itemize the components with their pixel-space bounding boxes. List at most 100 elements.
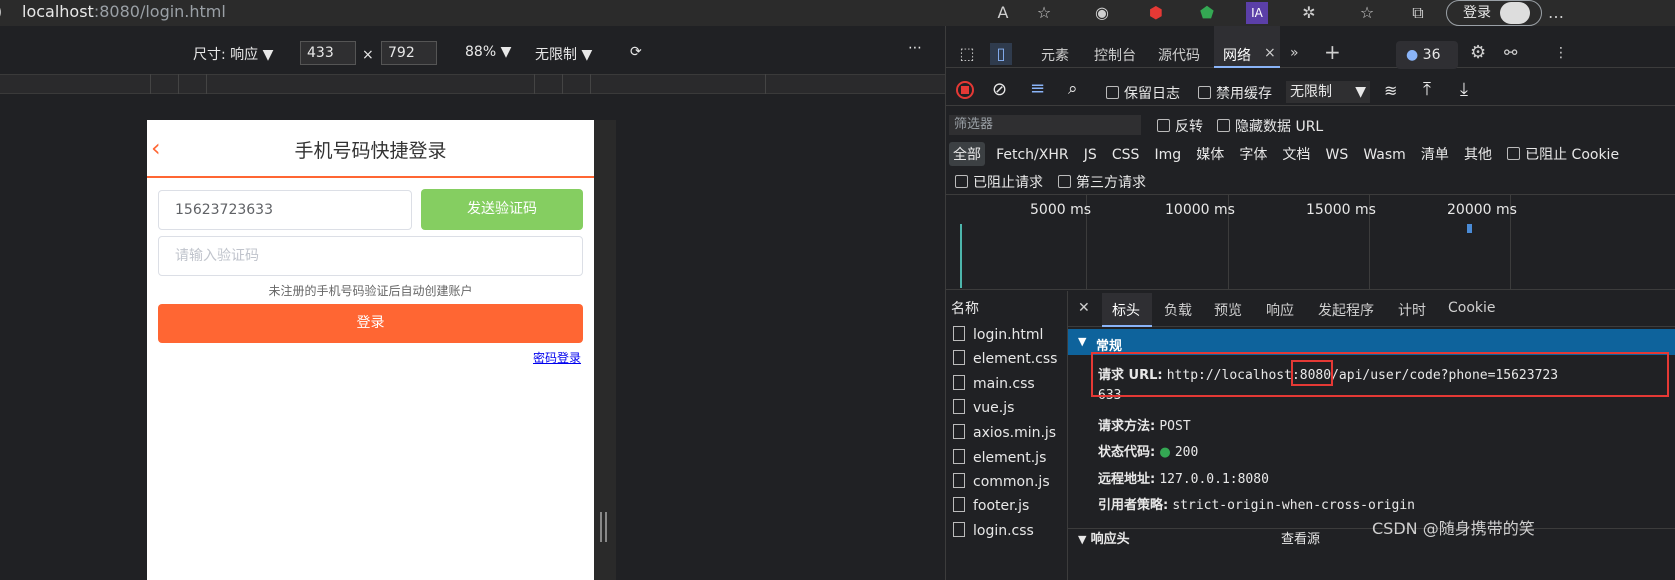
type-ws[interactable]: WS [1322,145,1353,165]
request-row[interactable]: axios.min.js [953,424,1056,441]
ublock-icon[interactable]: ⬢ [1145,2,1167,24]
preserve-log-checkbox[interactable]: 保留日志 [1106,83,1180,103]
request-name: common.js [973,474,1050,490]
more-options-icon[interactable]: ⋯ [908,40,922,56]
request-name: footer.js [973,498,1030,514]
tab-console[interactable]: 控制台 [1094,45,1136,65]
invert-checkbox[interactable]: 反转 [1157,116,1203,136]
favorites-icon[interactable]: ☆ [1356,2,1378,24]
tab-sources[interactable]: 源代码 [1158,45,1200,65]
import-har-icon[interactable]: ⤒ [1423,79,1431,100]
type-manifest[interactable]: 清单 [1417,142,1453,166]
type-doc[interactable]: 文档 [1278,142,1314,166]
tab-network[interactable]: 网络 [1223,45,1251,65]
type-other[interactable]: 其他 [1460,142,1496,166]
request-row[interactable]: login.html [953,326,1043,343]
checkbox[interactable] [1507,147,1521,160]
tab-elements[interactable]: 元素 [1041,45,1069,65]
request-row[interactable]: common.js [953,473,1050,490]
customize-icon[interactable]: ⚯ [1504,43,1517,62]
settings-gear-icon[interactable]: ⚙ [1470,42,1486,63]
tab-payload[interactable]: 负载 [1164,300,1192,320]
favorite-add-icon[interactable]: ☆ [1033,2,1055,24]
preserve-log-label: 保留日志 [1124,86,1180,102]
blocked-requests-checkbox[interactable]: 已阻止请求 [955,172,1043,192]
tab-initiator[interactable]: 发起程序 [1318,300,1374,320]
resize-handle[interactable] [600,512,607,542]
request-row[interactable]: login.css [953,522,1034,539]
third-party-checkbox[interactable]: 第三方请求 [1058,172,1146,192]
type-wasm[interactable]: Wasm [1359,145,1409,165]
read-aloud-icon[interactable]: A [992,2,1014,24]
zoom-select[interactable]: 88% ▼ [465,44,511,60]
close-tab-icon[interactable]: × [1264,45,1276,61]
extension-glasses-icon[interactable]: ◉ [1091,2,1113,24]
request-row[interactable]: footer.js [953,497,1029,514]
extensions-icon[interactable]: ✲ [1298,2,1320,24]
type-fetch-xhr[interactable]: Fetch/XHR [992,145,1073,165]
throttle-select[interactable]: 无限制 ▼ [535,44,592,64]
request-row[interactable]: vue.js [953,399,1014,416]
name-column-header[interactable]: 名称 [951,298,979,318]
network-conditions-icon[interactable]: ≋ [1384,81,1397,100]
search-icon[interactable]: ⌕ [1068,79,1078,99]
checkbox[interactable] [1157,119,1170,132]
type-img[interactable]: Img [1150,145,1185,165]
devtools-more-icon[interactable]: ⋮ [1554,45,1568,61]
type-js[interactable]: JS [1080,145,1101,165]
address-bar[interactable]: localhost:8080/login.html [22,1,226,23]
clear-icon[interactable]: ⊘ [992,79,1007,100]
tab-timing[interactable]: 计时 [1398,300,1426,320]
type-all[interactable]: 全部 [949,142,985,166]
network-throttle-select[interactable]: 无限制 ▼ [1286,81,1370,103]
media-query-ruler[interactable] [0,74,945,94]
checkbox[interactable] [1106,86,1119,99]
close-detail-icon[interactable]: ✕ [1078,300,1090,316]
width-input[interactable]: 433 [300,41,356,65]
rotate-icon[interactable]: ⟳ [630,44,642,60]
hide-data-urls-checkbox[interactable]: 隐藏数据 URL [1217,116,1323,136]
dimensions-select[interactable]: 尺寸: 响应 ▼ [193,44,273,64]
request-row[interactable]: main.css [953,375,1035,392]
checkbox[interactable] [1058,175,1071,188]
request-row[interactable]: element.css [953,350,1057,367]
tab-headers[interactable]: 标头 [1112,300,1140,320]
view-source-link[interactable]: 查看源 [1281,528,1320,547]
remote-value: 127.0.0.1:8080 [1159,472,1269,487]
login-button[interactable]: 登录 [158,304,583,343]
type-font[interactable]: 字体 [1235,142,1271,166]
tab-cookies[interactable]: Cookie [1448,300,1496,316]
height-input[interactable]: 792 [381,41,437,65]
record-stop-icon[interactable] [956,81,974,99]
phone-input[interactable]: 15623723633 [158,190,412,230]
avatar[interactable] [1500,2,1530,24]
shield-icon[interactable]: ⬟ [1196,2,1218,24]
password-login-link[interactable]: 密码登录 [533,349,581,366]
request-row[interactable]: element.js [953,449,1046,466]
device-toolbar-toggle-icon[interactable]: ▯ [990,43,1012,65]
inspect-element-icon[interactable]: ⬚ [956,43,978,65]
checkbox[interactable] [1198,86,1211,99]
filter-icon[interactable]: ≡ [1030,78,1045,99]
filter-input[interactable]: 筛选器 [949,115,1141,135]
info-icon[interactable]: ) [0,2,2,21]
tab-preview[interactable]: 预览 [1214,300,1242,320]
device-viewport: ‹ 手机号码快捷登录 15623723633 发送验证码 请输入验证码 未注册的… [147,120,594,580]
send-code-button[interactable]: 发送验证码 [421,189,583,230]
checkbox[interactable] [1217,119,1230,132]
type-css[interactable]: CSS [1108,145,1144,165]
checkbox[interactable] [955,175,968,188]
type-media[interactable]: 媒体 [1192,142,1228,166]
collections-icon[interactable]: ⧉ [1407,2,1429,24]
export-har-icon[interactable]: ⤓ [1460,79,1468,100]
add-tab-icon[interactable]: + [1324,40,1341,64]
verification-code-input[interactable]: 请输入验证码 [158,236,583,276]
blocked-cookies-checkbox[interactable]: 已阻止 Cookie [1503,142,1623,166]
more-tabs-icon[interactable]: » [1290,45,1299,61]
tab-response[interactable]: 响应 [1266,300,1294,320]
issues-badge[interactable]: ● 36 [1396,41,1458,69]
response-headers-header[interactable]: ▼ 响应头 [1078,528,1130,547]
disable-cache-checkbox[interactable]: 禁用缓存 [1198,83,1272,103]
ia-extension-icon[interactable]: IA [1246,2,1268,24]
more-icon[interactable]: … [1545,2,1567,24]
